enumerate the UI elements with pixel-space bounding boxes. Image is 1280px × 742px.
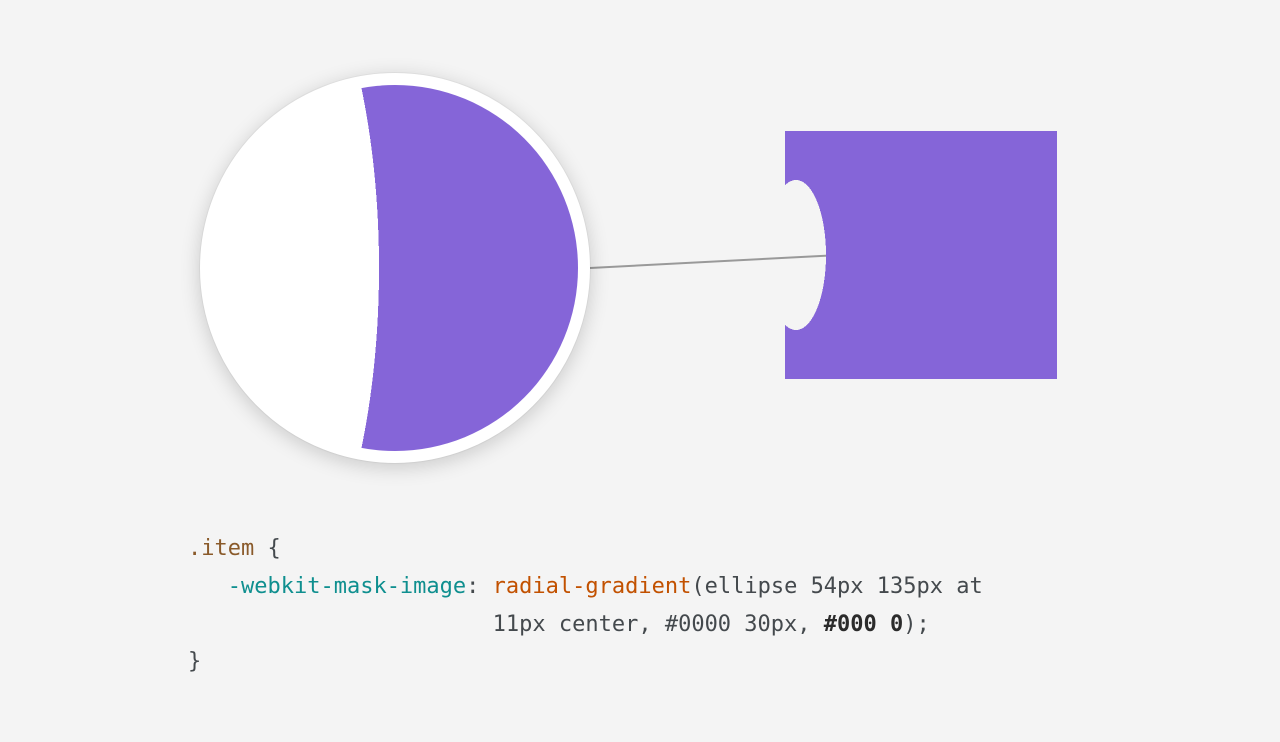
code-args-2a: 11px center, #0000 30px, (493, 612, 824, 637)
code-indent-2 (188, 612, 493, 637)
code-args-1: (ellipse 54px 135px at (691, 574, 982, 599)
code-indent (188, 574, 228, 599)
code-args-bold: #000 0 (824, 612, 903, 637)
code-function: radial-gradient (493, 574, 692, 599)
code-open-brace: { (254, 536, 281, 561)
code-close-brace: } (188, 649, 201, 674)
code-colon: : (466, 574, 493, 599)
code-selector: .item (188, 536, 254, 561)
figure-stage: .item { -webkit-mask-image: radial-gradi… (0, 0, 1280, 742)
css-code-block: .item { -webkit-mask-image: radial-gradi… (188, 530, 983, 681)
demo-box (785, 131, 1057, 379)
magnifier-content (200, 73, 590, 463)
code-args-close: ); (903, 612, 930, 637)
code-property: -webkit-mask-image (228, 574, 466, 599)
magnifier-lens (200, 73, 590, 463)
